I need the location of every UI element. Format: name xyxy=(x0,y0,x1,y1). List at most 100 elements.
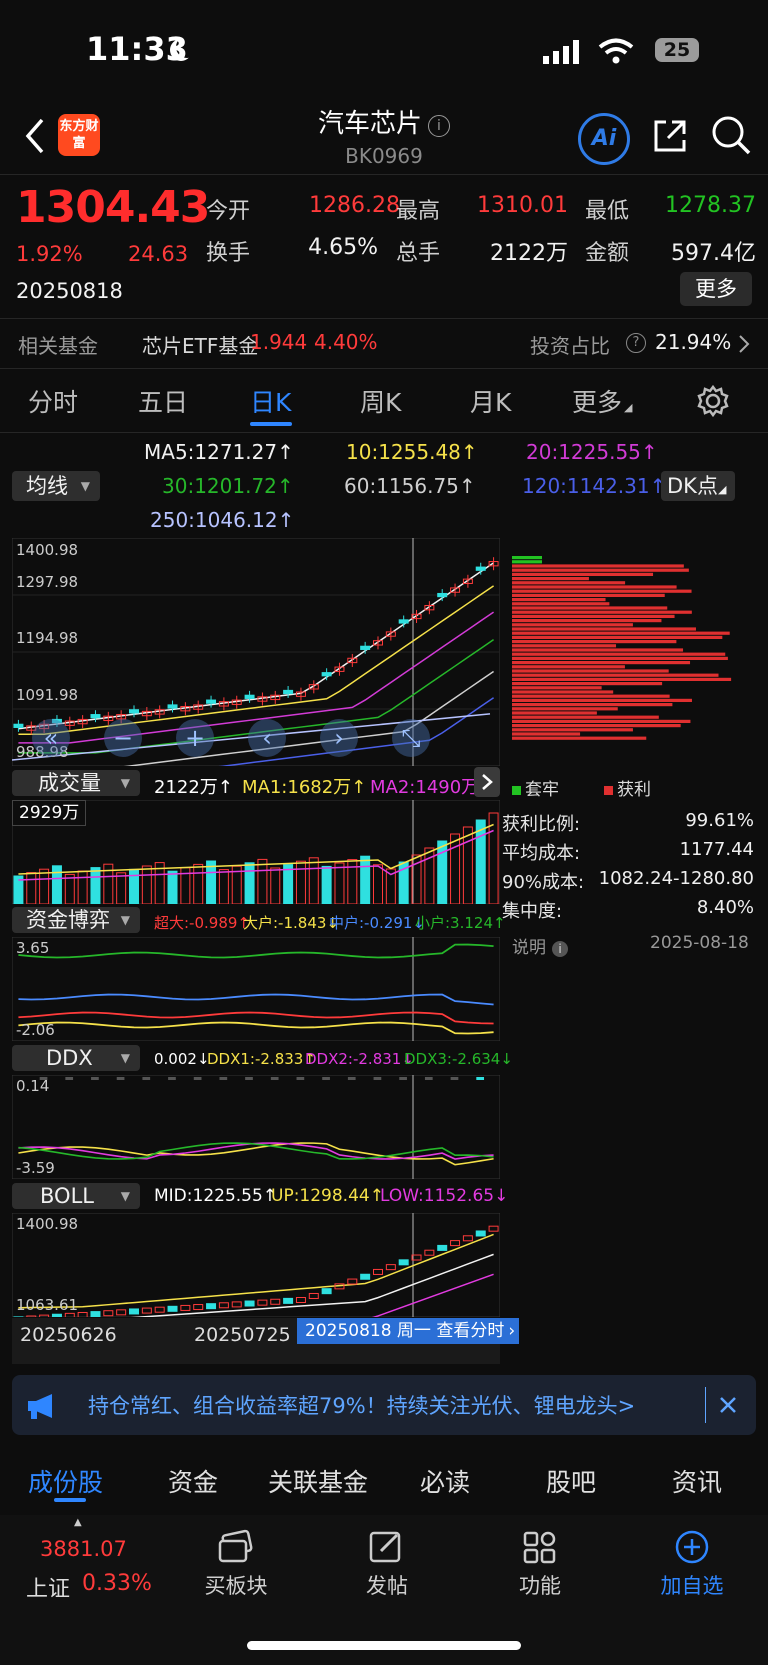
nav-post[interactable]: 发帖 xyxy=(347,1529,427,1600)
volume-bar xyxy=(39,868,50,904)
tab-capital[interactable]: 资金 xyxy=(168,1463,218,1499)
ddx-bar xyxy=(476,1077,485,1080)
ai-button[interactable]: Ai xyxy=(578,113,630,165)
ddx-line xyxy=(18,1142,494,1166)
ma5-value: MA5:1271.27↑ xyxy=(144,440,294,464)
index-pct[interactable]: 0.33% xyxy=(82,1571,152,1596)
tab-must-read[interactable]: 必读 xyxy=(420,1463,470,1499)
tab-more[interactable]: 更多 ◢ xyxy=(572,383,632,419)
search-icon[interactable] xyxy=(710,114,752,156)
fullscreen-button[interactable]: ⤡ xyxy=(392,719,430,757)
dk-point-button[interactable]: DK点◢ xyxy=(661,471,735,501)
legend-profit: 获利 xyxy=(604,775,651,800)
volume-bar xyxy=(360,855,371,904)
volume-bar xyxy=(129,868,139,904)
ddx2-value: DDX2:-2.831↓ xyxy=(305,1050,414,1068)
divider xyxy=(0,318,768,319)
capital-dropdown[interactable]: 资金博弈 ▼ xyxy=(12,907,140,933)
moon-icon xyxy=(176,36,198,58)
tab-daily-k[interactable]: 日K xyxy=(250,383,291,419)
ddx-dropdown[interactable]: DDX ▼ xyxy=(12,1045,140,1071)
wifi-icon xyxy=(598,38,634,64)
home-indicator xyxy=(247,1641,521,1650)
divider xyxy=(0,174,768,175)
scroll-left-button[interactable]: ‹ xyxy=(248,719,286,757)
close-icon[interactable] xyxy=(719,1396,737,1414)
share-icon[interactable] xyxy=(650,116,690,156)
more-button[interactable]: 更多 xyxy=(680,272,752,306)
chip-bar xyxy=(512,703,673,707)
nav-functions[interactable]: 功能 xyxy=(500,1529,580,1600)
low-value: 1278.37 xyxy=(665,193,756,218)
open-value: 1286.28 xyxy=(309,193,400,218)
gear-icon[interactable] xyxy=(696,384,730,418)
ma20-value: 20:1225.55↑ xyxy=(526,440,658,464)
boll-candle xyxy=(321,1288,332,1295)
legend-trap: 套牢 xyxy=(512,775,559,800)
expand-indicators-button[interactable] xyxy=(474,767,500,797)
help-icon[interactable]: ? xyxy=(626,333,646,353)
zoom-in-button[interactable]: + xyxy=(176,719,214,757)
scroll-left-fast-button[interactable]: « xyxy=(32,719,70,757)
index-value[interactable]: 3881.07 xyxy=(40,1537,127,1561)
candle-body xyxy=(206,699,217,704)
scroll-right-button[interactable]: › xyxy=(320,719,358,757)
amount-label: 金额 xyxy=(585,241,630,266)
volume-bar xyxy=(334,862,345,904)
tab-weekly-k[interactable]: 周K xyxy=(360,383,401,419)
ddx-bar xyxy=(347,1077,356,1080)
legend-trap-swatch xyxy=(512,786,521,795)
fund-name[interactable]: 芯片ETF基金 xyxy=(142,330,258,359)
info-icon[interactable]: i xyxy=(428,115,450,137)
tab-news[interactable]: 资讯 xyxy=(672,1463,722,1499)
ma30-value: 30:1201.72↑ xyxy=(162,474,294,498)
ma120-value: 120:1142.31↑ xyxy=(522,474,667,498)
chip-bar xyxy=(512,560,542,564)
boll-up-line xyxy=(18,1233,494,1309)
battery-icon: 25 xyxy=(655,38,699,62)
ddx-bar xyxy=(245,1077,253,1080)
tab-five-day[interactable]: 五日 xyxy=(138,383,188,419)
chevron-right-icon[interactable] xyxy=(738,334,750,354)
ma-dropdown[interactable]: 均线 ▼ xyxy=(12,471,100,501)
boll-candle xyxy=(450,1240,461,1247)
boll-candle xyxy=(154,1306,165,1313)
tab-monthly-k[interactable]: 月K xyxy=(470,383,511,419)
index-name[interactable]: 上证 xyxy=(26,1571,70,1603)
cursor-date-label[interactable]: 20250818 周一 查看分时 › xyxy=(297,1318,520,1344)
volume-bar xyxy=(462,826,473,904)
volume-bar xyxy=(270,867,281,904)
nav-buy-sector[interactable]: 买板块 xyxy=(196,1529,276,1600)
volume-bar xyxy=(244,862,255,904)
high-value: 1310.01 xyxy=(477,193,568,218)
grid-icon xyxy=(523,1531,556,1564)
ma-line xyxy=(18,562,495,730)
chip-bar xyxy=(512,724,681,728)
chip-bar xyxy=(512,577,589,581)
chip-bar xyxy=(512,728,633,732)
tab-constituents[interactable]: 成份股 xyxy=(28,1463,103,1499)
change-pct: 1.92% xyxy=(16,242,83,266)
promo-banner[interactable]: 持仓常红、组合收益率超79%！持续关注光伏、锂电龙头> xyxy=(12,1375,756,1435)
ddx-ytop: 0.14 xyxy=(16,1077,50,1095)
capital-mid: 中户:-0.291↓ xyxy=(329,914,425,932)
boll-candle xyxy=(295,1296,306,1303)
fund-pct: 4.40% xyxy=(314,330,378,354)
chip-note[interactable]: 说明 i xyxy=(512,933,568,958)
nav-add-watchlist[interactable]: 加自选 xyxy=(652,1529,732,1600)
last-price: 1304.43 xyxy=(16,182,210,233)
boll-candle xyxy=(206,1303,217,1310)
candle-body xyxy=(129,709,139,714)
boll-chart xyxy=(12,1213,500,1317)
candle-body xyxy=(13,723,24,728)
volume-bar xyxy=(141,865,152,904)
capital-chart xyxy=(12,937,500,1041)
tab-forum[interactable]: 股吧 xyxy=(546,1463,596,1499)
boll-dropdown[interactable]: BOLL ▼ xyxy=(12,1183,140,1209)
zoom-out-button[interactable]: − xyxy=(104,719,142,757)
volume-dropdown[interactable]: 成交量 ▼ xyxy=(12,770,140,796)
amount-value: 597.4亿 xyxy=(671,241,756,266)
tab-intraday[interactable]: 分时 xyxy=(28,383,78,419)
ddx-bar xyxy=(424,1077,433,1080)
tab-related-funds[interactable]: 关联基金 xyxy=(268,1463,368,1499)
